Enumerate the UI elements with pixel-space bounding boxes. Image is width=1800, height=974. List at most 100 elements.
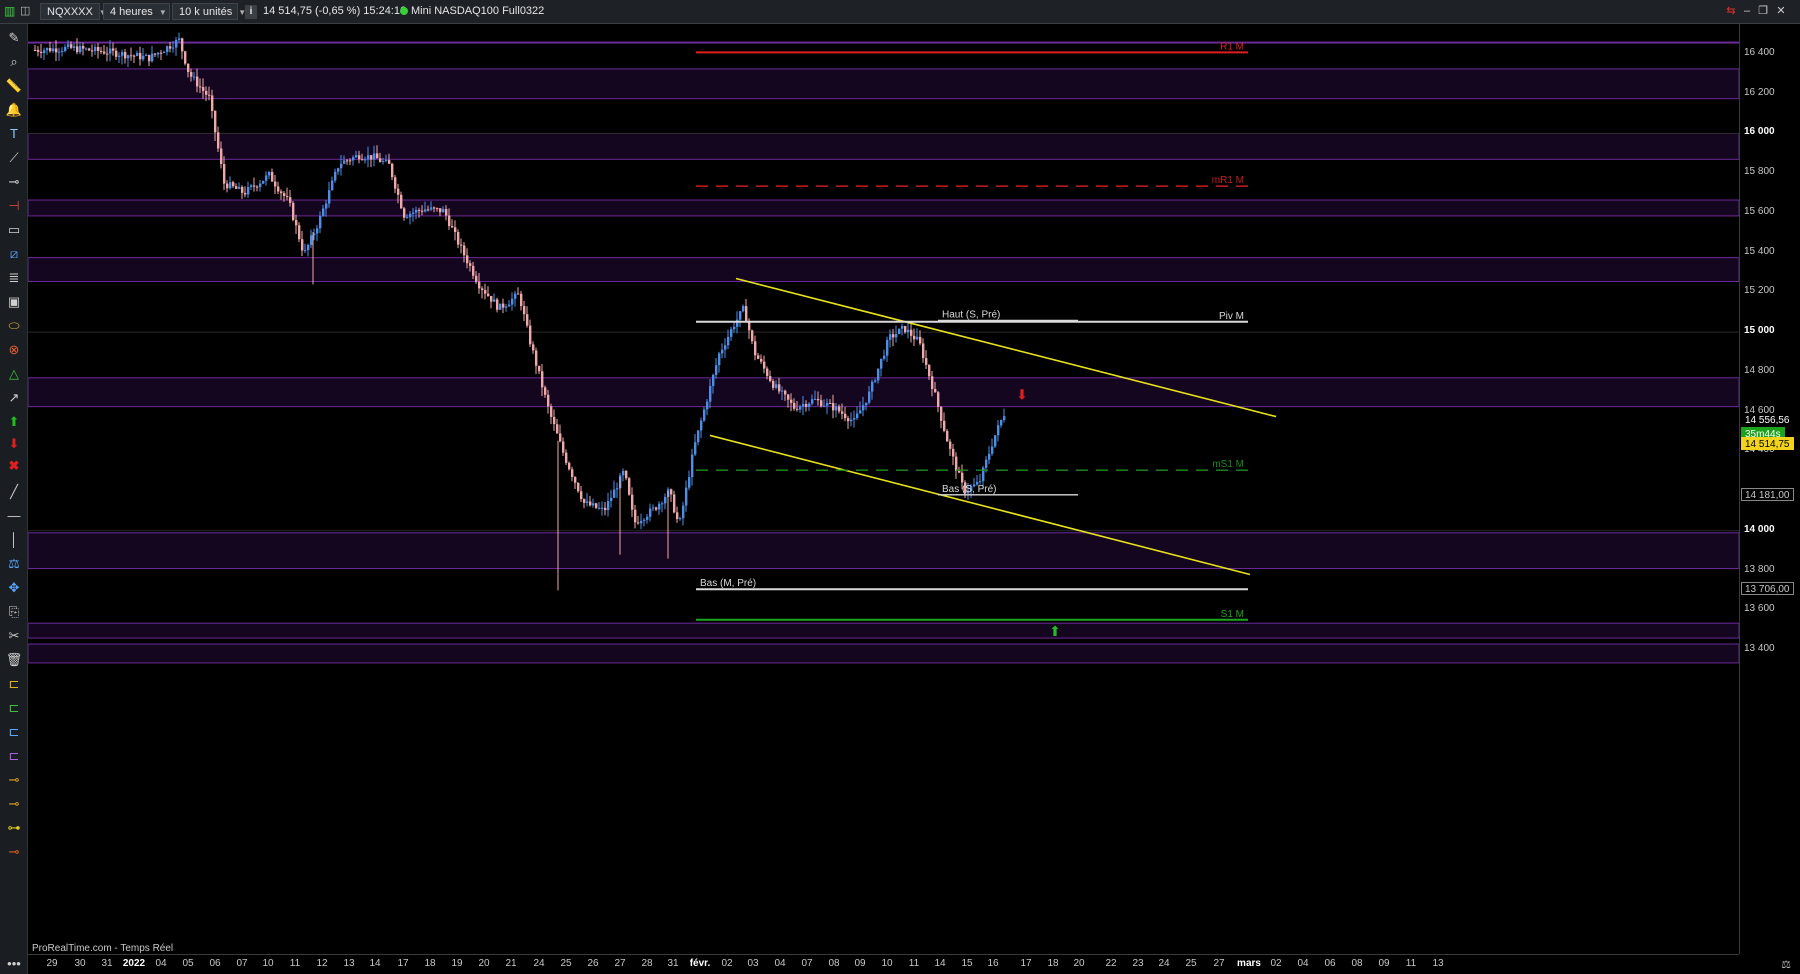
regression-icon[interactable]: ⚖ [4,554,24,574]
triangle-icon[interactable]: △ [4,364,24,384]
alert-line-4-icon[interactable]: ⊸ [4,842,24,862]
horizontal-rule-icon[interactable]: — [4,506,24,526]
vertical-line-icon[interactable]: │ [4,530,24,550]
close-icon[interactable]: ✕ [1774,4,1788,18]
candle-body [703,409,706,421]
alert-line-2-icon[interactable]: ⊸ [4,794,24,814]
price-axis[interactable]: 16 400 16 200 16 000 15 800 15 600 15 400 15 2… [1739,24,1800,954]
frame-icon[interactable]: ▣ [4,292,24,312]
copy-icon[interactable]: ⎘ [4,602,24,622]
text-tool-icon[interactable]: T [4,124,24,144]
candle [496,297,499,313]
horizontal-segment-icon[interactable]: ⊸ [4,172,24,192]
candle [112,42,115,56]
ruler-icon[interactable]: 📏 [4,76,24,96]
candle-body [664,496,667,504]
candle-body [772,380,775,388]
channel-icon[interactable]: ⧄ [4,244,24,264]
segment-icon[interactable]: ⟋ [4,148,24,168]
minimize-icon[interactable]: – [1740,4,1754,18]
candle-body [352,157,355,161]
candle [1003,408,1006,423]
alert-bell-icon[interactable]: 🔔 [4,100,24,120]
trendline-icon[interactable]: ╱ [4,482,24,502]
stop-level-icon[interactable]: ⊏ [4,746,24,766]
tools-icon[interactable]: ✂ [4,626,24,646]
up-arrow-icon[interactable]: ⬆ [4,412,24,432]
delete-icon[interactable]: ✖ [4,456,24,476]
zoom-icon[interactable]: ⌕ [4,52,24,72]
candle [229,176,232,190]
candle [145,53,148,57]
app-icon[interactable]: ▥ [4,3,15,20]
more-icon[interactable]: ••• [4,954,24,974]
candle-body [985,459,988,468]
candle [217,126,220,153]
candle-body [574,477,577,483]
candle [163,50,166,53]
candle-body [142,55,145,60]
candle-body [73,46,76,48]
level-icon[interactable]: ⊏ [4,674,24,694]
candle-body [445,209,448,216]
candle [487,286,490,297]
candle-body [520,293,523,307]
pencil-icon[interactable]: ✎ [4,28,24,48]
alert-line-3-icon[interactable]: ⊶ [4,818,24,838]
alert-line-icon[interactable]: ⊸ [4,770,24,790]
ellipse-icon[interactable]: ⬭ [4,316,24,336]
candle [337,167,340,175]
candle-body [229,182,232,189]
chart-settings-icon[interactable]: ⚖ [1778,958,1794,972]
candle [154,53,157,57]
candle [403,206,406,221]
candle-body [577,482,580,492]
date-tick: 07 [236,958,248,969]
price-badge-last-price: 14 556,56 [1741,413,1794,427]
arrow-line-icon[interactable]: ↗ [4,388,24,408]
order-icon[interactable]: ⊏ [4,722,24,742]
candle-body [244,192,247,195]
candle [310,229,313,248]
candle [286,187,289,201]
candle-body [865,402,868,406]
candle [562,437,565,457]
symbol-selector[interactable]: NQXXXX▼ [40,3,107,20]
candle-body [283,193,286,197]
price-tick: 15 600 [1744,205,1775,217]
candle [751,329,754,345]
candle-body [250,185,253,187]
timeframe-selector[interactable]: 4 heures ▼ [103,3,170,20]
candle-body [1000,420,1003,426]
candle-body [379,158,382,162]
candle [241,185,244,199]
candle [694,433,697,457]
candle [247,181,250,199]
horizontal-line-icon[interactable]: ⊣ [4,196,24,216]
fibonacci-icon[interactable]: ≣ [4,268,24,288]
candle [688,470,691,491]
rectangle-icon[interactable]: ▭ [4,220,24,240]
buy-level-icon[interactable]: ⊏ [4,698,24,718]
candle-body [565,452,568,463]
candle [523,300,526,322]
candle [628,477,631,496]
candle-body [994,435,997,447]
link-icon[interactable]: ◫ [20,3,30,20]
candle [253,177,256,192]
price-chart[interactable]: R1 M mR1 M Piv M mS1 M S1 M Bas (M, Pré) Haut … [28,24,1739,954]
candle-body [400,194,403,209]
candle [307,243,310,257]
candle [538,365,541,375]
restore-icon[interactable]: ❐ [1756,4,1770,18]
down-arrow-icon[interactable]: ⬇ [4,434,24,454]
date-axis[interactable]: 29 30 31 2022 04 05 06 07 10 11 12 13 14 17 18 19 20 21 24… [28,954,1739,974]
candle [37,46,40,57]
candle [346,158,349,165]
units-selector[interactable]: 10 k unités ▼ [172,3,246,20]
info-icon[interactable]: i [245,5,257,19]
move-icon[interactable]: ✥ [4,578,24,598]
trash-icon[interactable]: 🗑 [4,650,24,670]
sync-icon[interactable]: ⇆ [1724,4,1738,18]
cycle-icon[interactable]: ⊗ [4,340,24,360]
